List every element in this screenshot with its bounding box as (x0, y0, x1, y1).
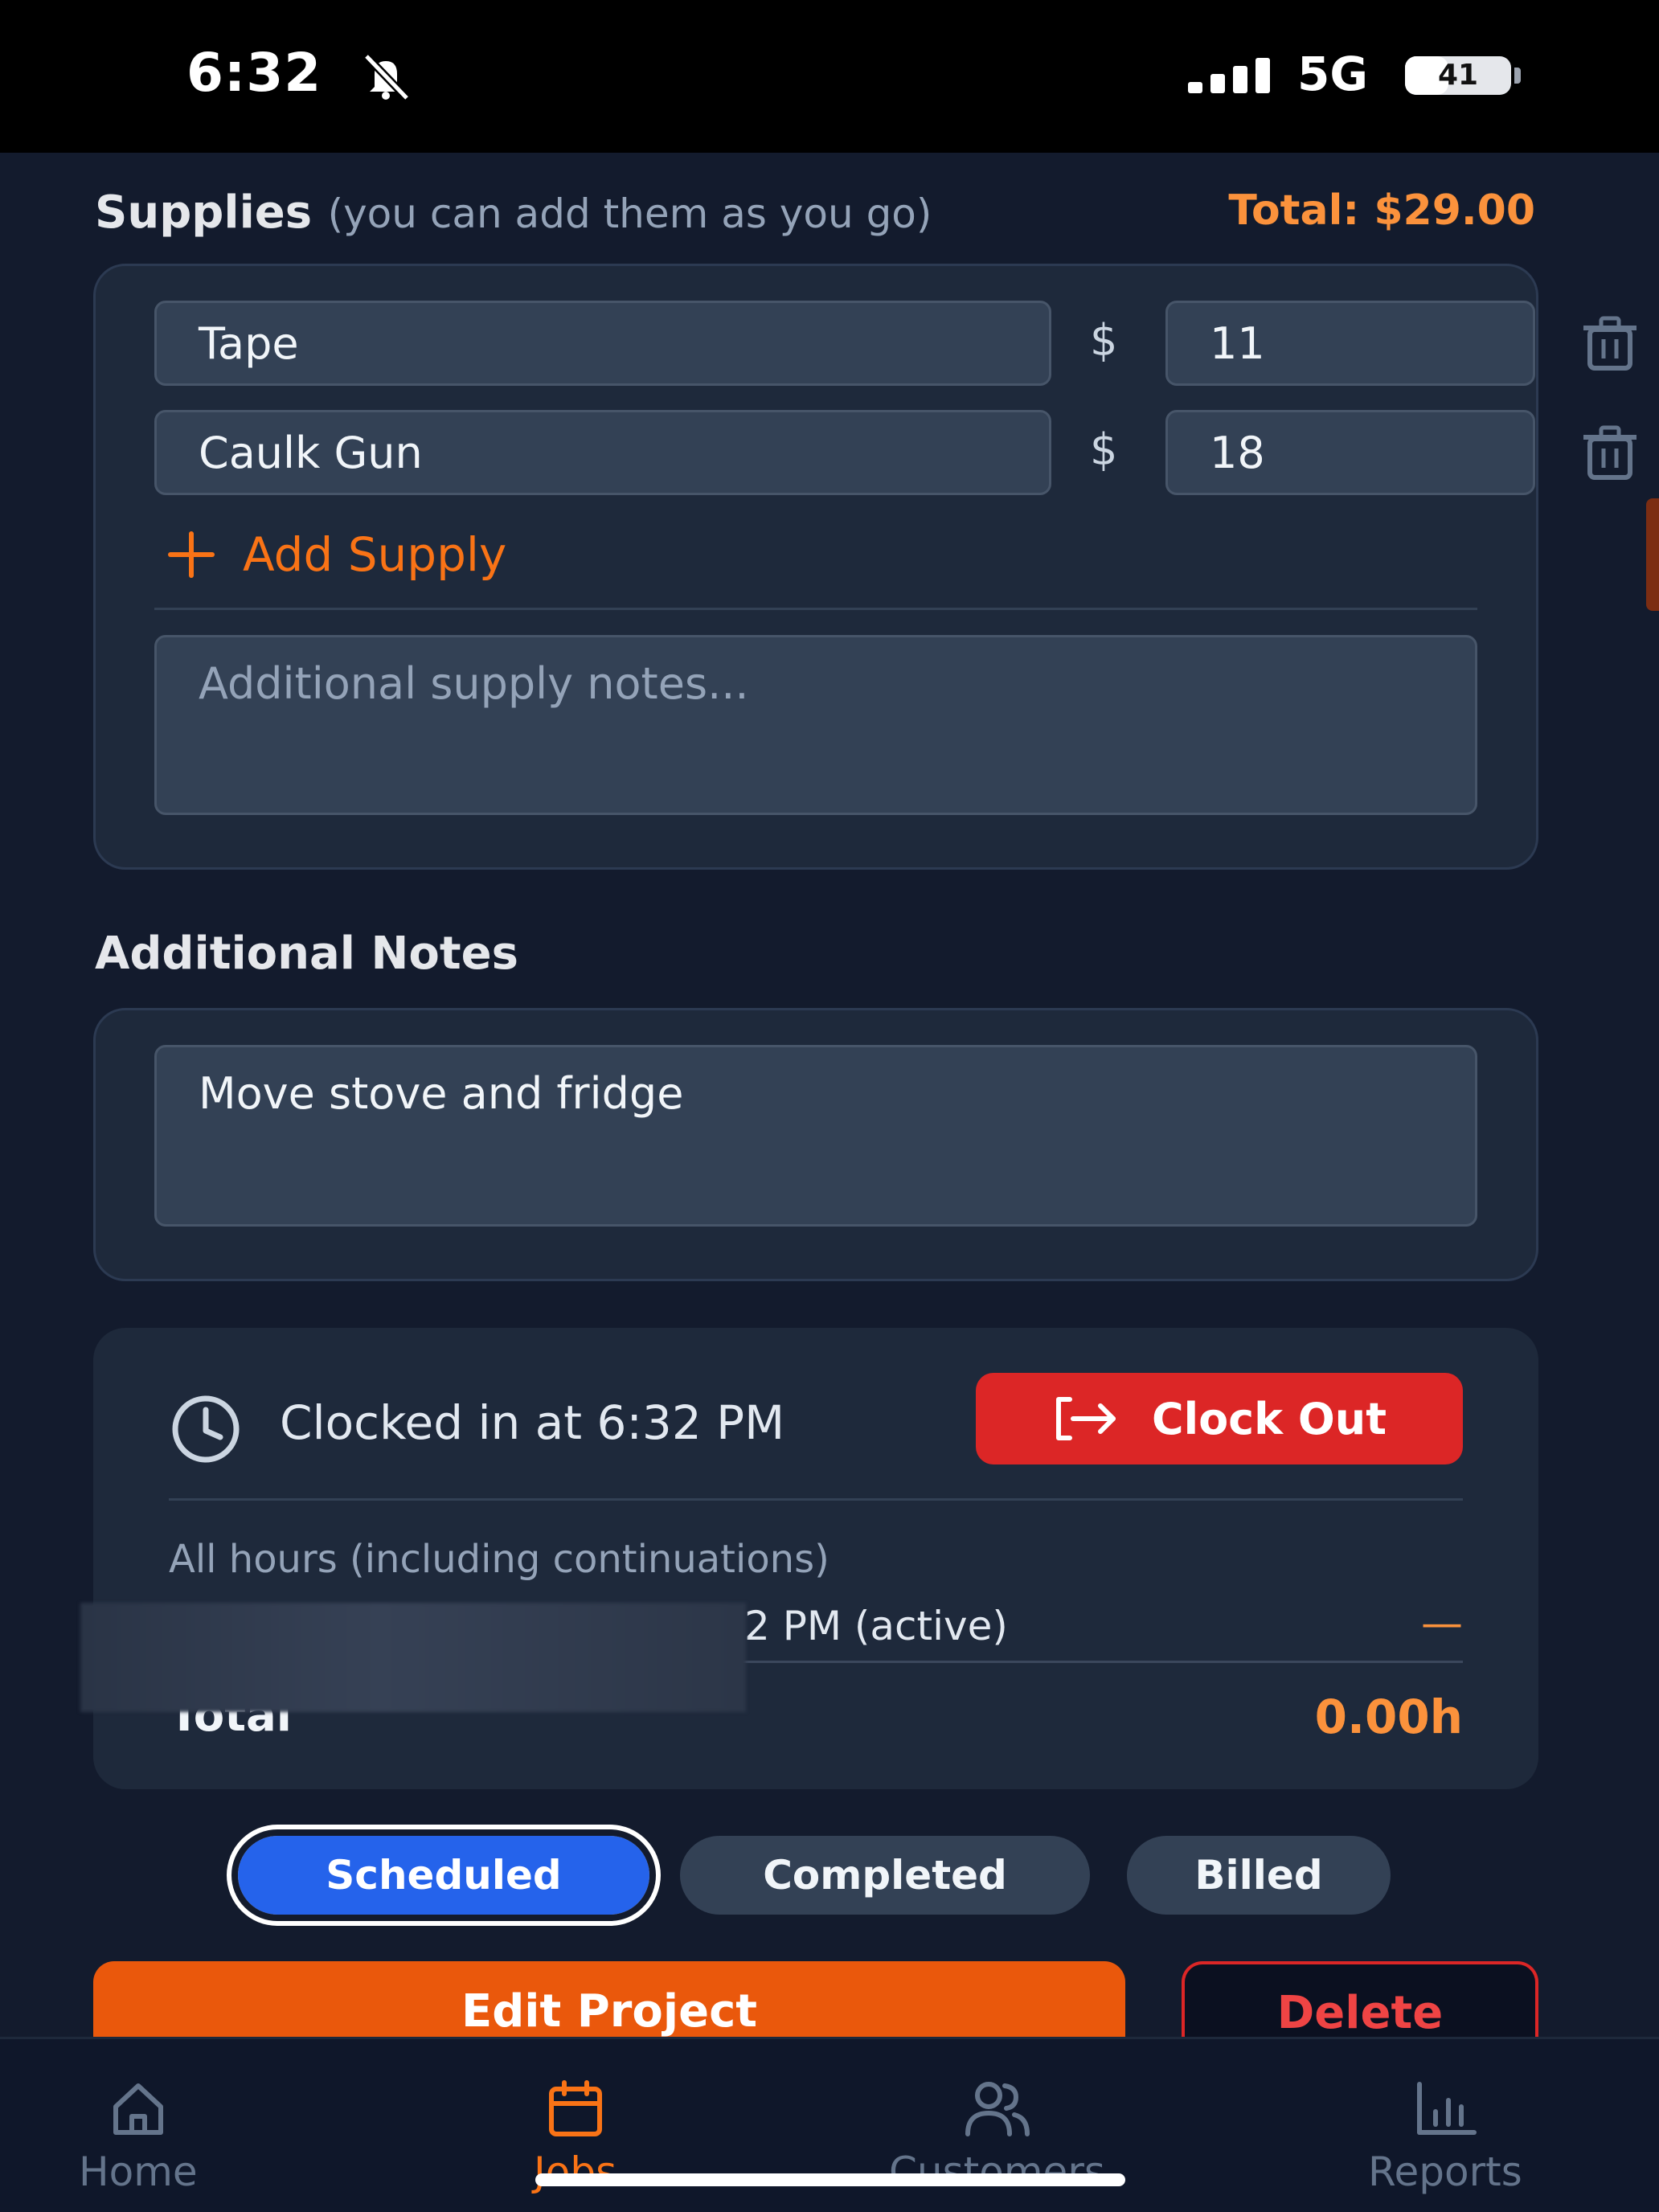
plus-icon (168, 531, 215, 578)
clocked-in-status: Clocked in at 6:32 PM (280, 1395, 785, 1450)
logout-icon (1055, 1397, 1116, 1440)
supply-notes-field[interactable]: Additional supply notes... (154, 635, 1477, 815)
battery-cap (1514, 68, 1521, 84)
home-indicator (535, 2173, 1125, 2186)
supply-price-input[interactable]: 18 (1165, 410, 1535, 495)
redacted-overlay (80, 1603, 746, 1712)
supplies-heading: Supplies (95, 186, 313, 239)
status-chip-scheduled[interactable]: Scheduled (231, 1829, 656, 1921)
trash-icon[interactable] (1579, 315, 1641, 371)
supply-price-input[interactable]: 11 (1165, 301, 1535, 386)
bar-chart-icon (1416, 2082, 1477, 2135)
trash-icon[interactable] (1579, 424, 1641, 481)
all-hours-title: All hours (including continuations) (169, 1537, 830, 1582)
additional-notes-field[interactable]: Move stove and fridge (154, 1045, 1477, 1227)
add-supply-label: Add Supply (243, 527, 507, 582)
nav-label-reports: Reports (1368, 2149, 1522, 2195)
clock-icon (172, 1395, 240, 1463)
status-bar: 6:32 5G 41 (0, 0, 1659, 153)
battery-percent: 41 (1437, 59, 1479, 92)
clock-out-button[interactable]: Clock Out (976, 1373, 1463, 1464)
bell-muted-icon (363, 53, 410, 100)
divider (154, 608, 1477, 610)
total-hours-value: 0.00h (1314, 1690, 1463, 1744)
nav-label-jobs: Jobs (534, 2149, 617, 2195)
supplies-title: Supplies (you can add them as you go) (95, 186, 932, 239)
battery-icon: 41 (1405, 56, 1511, 95)
clock-out-label: Clock Out (1151, 1393, 1387, 1444)
nav-label-customers: Customers (889, 2149, 1105, 2195)
users-icon (965, 2082, 1030, 2136)
supplies-total: Total: $29.00 (1228, 186, 1535, 235)
additional-notes-value: Move stove and fridge (199, 1068, 684, 1119)
status-chip-completed[interactable]: Completed (680, 1836, 1090, 1915)
scroll-edge-indicator (1646, 498, 1659, 611)
currency-symbol: $ (1090, 424, 1118, 475)
nav-label-home: Home (79, 2149, 198, 2195)
status-time: 6:32 (186, 42, 322, 104)
network-type: 5G (1297, 47, 1368, 101)
supply-name-input[interactable]: Tape (154, 301, 1051, 386)
nav-item-home[interactable]: Home (79, 2079, 198, 2195)
status-chip-billed[interactable]: Billed (1127, 1836, 1391, 1915)
signal-icon (1188, 58, 1270, 93)
calendar-icon (548, 2080, 602, 2136)
hours-entry-value: — (1421, 1600, 1463, 1648)
currency-symbol: $ (1090, 315, 1118, 366)
supply-name-input[interactable]: Caulk Gun (154, 410, 1051, 495)
divider (169, 1498, 1463, 1501)
supplies-hint: (you can add them as you go) (327, 190, 932, 237)
nav-item-reports[interactable]: Reports (1368, 2079, 1522, 2195)
additional-notes-title: Additional Notes (95, 928, 518, 980)
home-icon (113, 2083, 163, 2135)
supply-notes-placeholder: Additional supply notes... (199, 658, 749, 709)
add-supply-button[interactable]: Add Supply (166, 527, 506, 582)
